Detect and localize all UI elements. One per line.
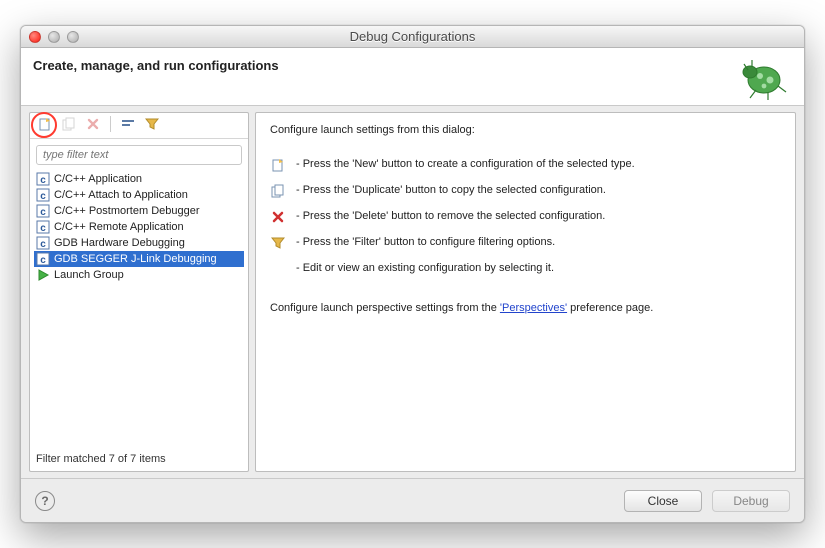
zoom-window-button[interactable] (67, 31, 79, 43)
filter-status: Filter matched 7 of 7 items (30, 449, 248, 471)
tree-item[interactable]: c GDB Hardware Debugging (34, 235, 244, 251)
tree-item-label: GDB Hardware Debugging (54, 237, 185, 249)
filter-button[interactable] (141, 114, 163, 134)
tip-row: - Press the 'Duplicate' button to copy t… (270, 183, 781, 199)
dialog-title: Create, manage, and run configurations (33, 58, 279, 73)
tip-row: - Press the 'New' button to create a con… (270, 157, 781, 173)
perspectives-link[interactable]: 'Perspectives' (500, 302, 567, 314)
right-panel: Configure launch settings from this dial… (255, 112, 796, 472)
window-controls (29, 31, 79, 43)
perspectives-line: Configure launch perspective settings fr… (270, 301, 781, 317)
tip-text: - Press the 'Duplicate' button to copy t… (296, 183, 606, 199)
filter-input[interactable] (36, 145, 242, 165)
close-button[interactable]: Close (624, 490, 702, 512)
launch-group-icon (36, 268, 50, 282)
toolbar-separator (110, 116, 111, 132)
left-toolbar (30, 113, 248, 139)
dialog-window: Debug Configurations Create, manage, and… (20, 25, 805, 523)
svg-text:c: c (40, 239, 46, 250)
config-tree[interactable]: c C/C++ Application c C/C++ Attach to Appli… (30, 171, 248, 449)
titlebar: Debug Configurations (21, 26, 804, 48)
tree-item[interactable]: Launch Group (34, 267, 244, 283)
tree-item-label: Launch Group (54, 269, 124, 281)
tree-item[interactable]: c C/C++ Postmortem Debugger (34, 203, 244, 219)
tree-item-label: C/C++ Application (54, 173, 142, 185)
tip-text: - Edit or view an existing configuration… (296, 261, 554, 277)
delete-config-button[interactable] (82, 114, 104, 134)
tips-list: - Press the 'New' button to create a con… (270, 147, 781, 287)
svg-text:c: c (40, 207, 46, 218)
tip-text: - Press the 'New' button to create a con… (296, 157, 635, 173)
tree-item-label: C/C++ Attach to Application (54, 189, 188, 201)
svg-text:c: c (40, 175, 46, 186)
tip-text: - Press the 'Delete' button to remove th… (296, 209, 605, 225)
dialog-body: c C/C++ Application c C/C++ Attach to Appli… (21, 106, 804, 478)
help-button[interactable]: ? (35, 491, 55, 511)
close-window-button[interactable] (29, 31, 41, 43)
tip-row: - Press the 'Filter' button to configure… (270, 235, 781, 251)
window-title: Debug Configurations (21, 29, 804, 44)
filter-icon (270, 235, 286, 251)
tip-row: - Edit or view an existing configuration… (270, 261, 781, 277)
dialog-footer: ? Close Debug (21, 478, 804, 522)
c-file-icon: c (36, 172, 50, 186)
bug-icon (734, 50, 790, 105)
delete-icon (270, 209, 286, 225)
tree-item-label: C/C++ Remote Application (54, 221, 184, 233)
minimize-window-button[interactable] (48, 31, 60, 43)
svg-text:c: c (40, 255, 46, 266)
left-panel: c C/C++ Application c C/C++ Attach to Appli… (29, 112, 249, 472)
tree-item[interactable]: c C/C++ Remote Application (34, 219, 244, 235)
c-file-icon: c (36, 236, 50, 250)
c-file-icon: c (36, 188, 50, 202)
tree-item[interactable]: c C/C++ Attach to Application (34, 187, 244, 203)
tips-intro: Configure launch settings from this dial… (270, 123, 781, 139)
perspectives-post: preference page. (567, 302, 653, 314)
c-file-icon: c (36, 220, 50, 234)
c-file-icon: c (36, 204, 50, 218)
tree-item[interactable]: c GDB SEGGER J-Link Debugging (34, 251, 244, 267)
tree-item-label: GDB SEGGER J-Link Debugging (54, 253, 217, 265)
new-config-button[interactable] (34, 114, 56, 134)
dialog-header: Create, manage, and run configurations (21, 48, 804, 106)
tip-text: - Press the 'Filter' button to configure… (296, 235, 555, 251)
none-icon (270, 261, 286, 277)
svg-text:c: c (40, 223, 46, 234)
tree-item-label: C/C++ Postmortem Debugger (54, 205, 200, 217)
new-icon (270, 157, 286, 173)
duplicate-config-button[interactable] (58, 114, 80, 134)
tree-item[interactable]: c C/C++ Application (34, 171, 244, 187)
tip-row: - Press the 'Delete' button to remove th… (270, 209, 781, 225)
svg-text:c: c (40, 191, 46, 202)
perspectives-pre: Configure launch perspective settings fr… (270, 302, 500, 314)
debug-button[interactable]: Debug (712, 490, 790, 512)
collapse-all-button[interactable] (117, 114, 139, 134)
duplicate-icon (270, 183, 286, 199)
c-file-icon: c (36, 252, 50, 266)
